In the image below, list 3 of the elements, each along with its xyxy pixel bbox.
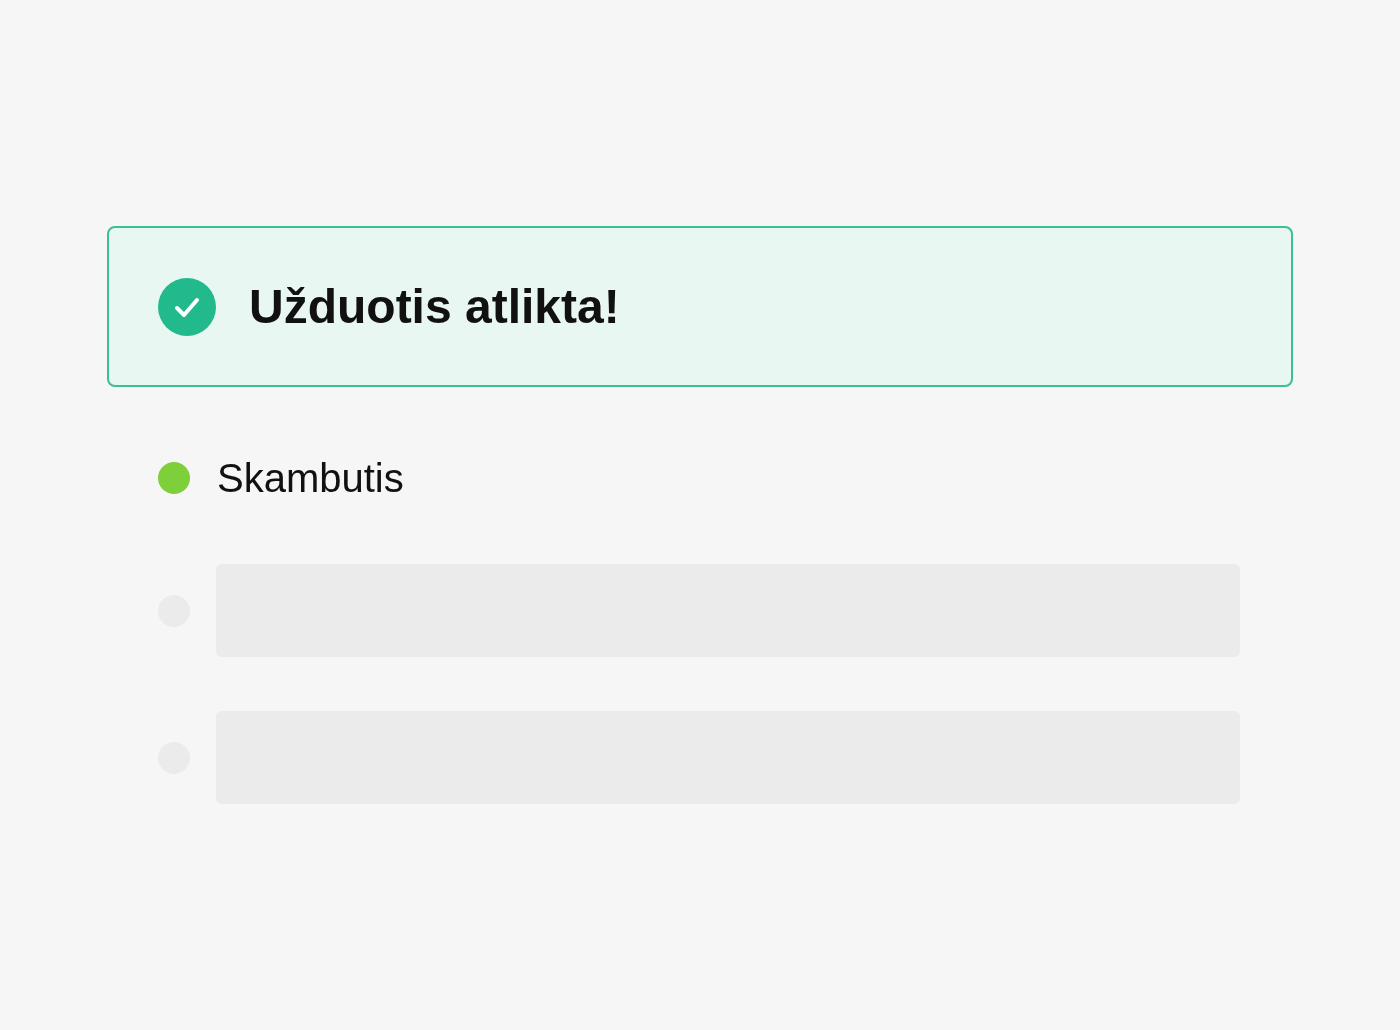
item-label: Skambutis — [217, 458, 404, 498]
banner-title: Užduotis atlikta! — [249, 282, 620, 331]
check-circle-icon — [158, 277, 216, 336]
